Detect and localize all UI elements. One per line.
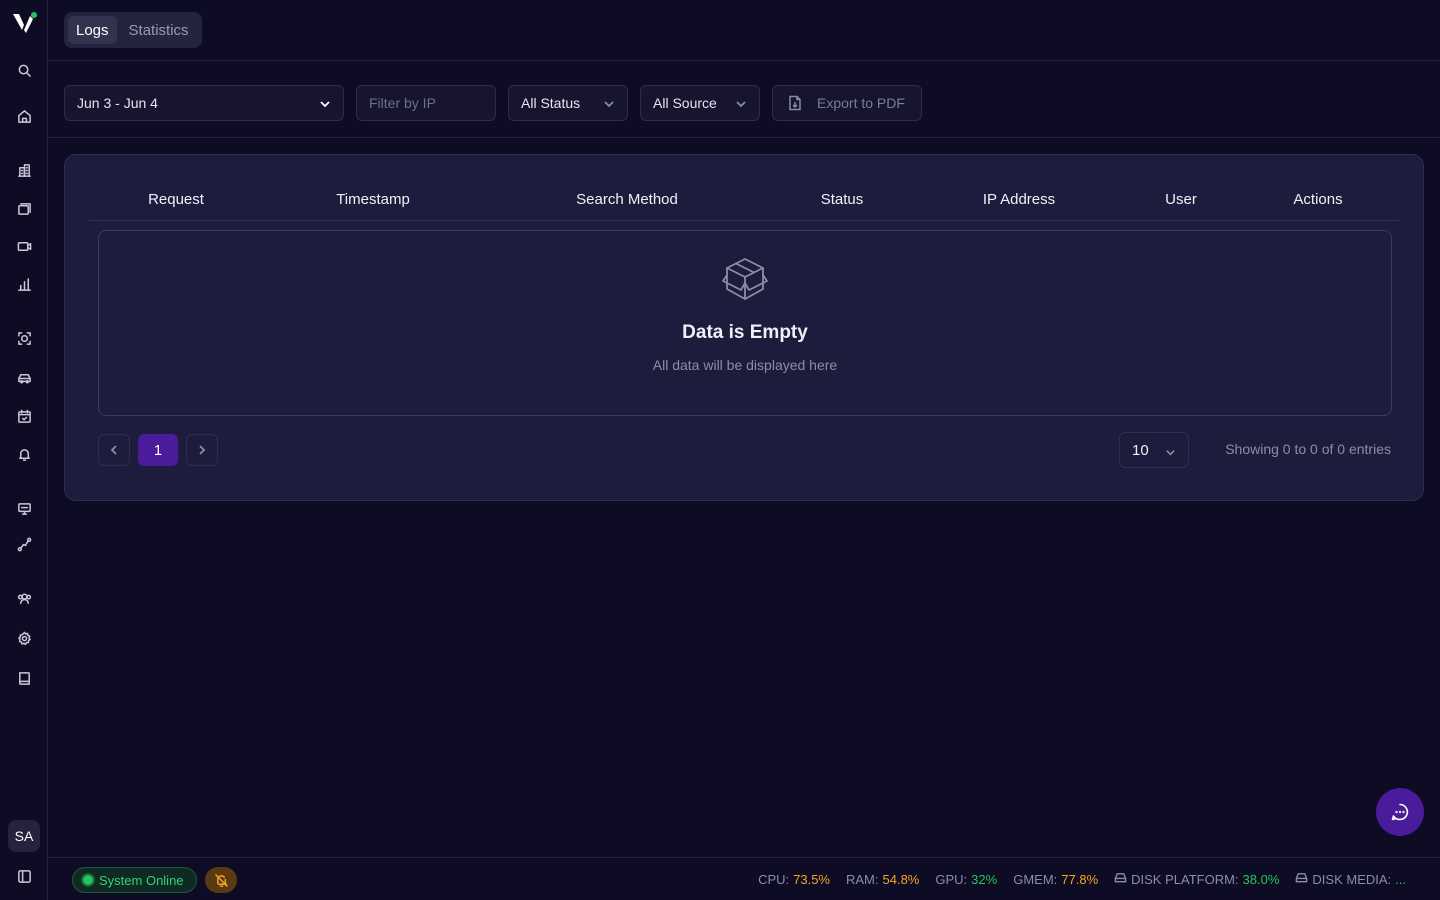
monitor-icon[interactable] [14,498,34,518]
page-size-select[interactable]: 10 [1119,432,1189,468]
table-header: Request Timestamp Search Method Status I… [89,179,1399,221]
chevron-left-icon [110,445,117,455]
source-select[interactable]: All Source [640,85,760,121]
bar-chart-icon[interactable] [14,274,34,294]
view-tabs: Logs Statistics [64,12,202,48]
export-pdf-button[interactable]: Export to PDF [772,85,922,121]
system-metrics: CPU: 73.5% RAM: 54.8% GPU: 32% GMEM: 77.… [758,871,1406,887]
metric-label: DISK MEDIA: [1312,871,1392,887]
metric-value: 54.8% [882,871,920,887]
column-request[interactable]: Request [148,191,204,208]
home-icon[interactable] [14,106,34,126]
status-select[interactable]: All Status [508,85,628,121]
empty-state-title: Data is Empty [682,322,808,343]
car-icon[interactable] [14,368,34,388]
settings-icon[interactable] [14,628,34,648]
metric-cpu: CPU: 73.5% [758,871,830,887]
top-bar: Logs Statistics [48,0,1440,61]
metric-label: CPU: [758,871,790,887]
column-user[interactable]: User [1165,191,1197,208]
face-scan-icon[interactable] [14,328,34,348]
page-size-value: 10 [1132,441,1149,459]
metric-gpu: GPU: 32% [935,871,997,887]
tab-statistics[interactable]: Statistics [121,16,197,44]
source-select-value: All Source [653,95,717,111]
metric-value: 77.8% [1061,871,1099,887]
system-status-text: System Online [99,872,184,888]
route-icon[interactable] [14,534,34,554]
layers-icon[interactable] [14,198,34,218]
column-ip-address[interactable]: IP Address [983,191,1055,208]
metric-ram: RAM: 54.8% [846,871,919,887]
next-page-button[interactable] [186,434,218,466]
column-search-method[interactable]: Search Method [576,191,678,208]
previous-page-button[interactable] [98,434,130,466]
date-range-value: Jun 3 - Jun 4 [77,95,158,111]
chevron-down-icon [1165,445,1176,456]
metric-value: ... [1395,871,1406,887]
chat-bubble-icon [1391,803,1409,821]
search-icon[interactable] [14,60,34,80]
metric-label: GMEM: [1013,871,1058,887]
app-logo[interactable] [12,11,38,35]
chevron-down-icon [603,97,615,109]
entries-info: Showing 0 to 0 of 0 entries [1225,441,1391,457]
sidebar-toggle-icon[interactable] [14,866,34,886]
metric-disk-platform: DISK PLATFORM: 38.0% [1114,871,1279,887]
bell-icon[interactable] [14,444,34,464]
page-button-1[interactable]: 1 [138,434,178,466]
filter-bar: Jun 3 - Jun 4 All Status All Source Expo… [48,61,1440,138]
metric-value: 38.0% [1242,871,1280,887]
system-status-badge: System Online [72,867,197,893]
column-status[interactable]: Status [821,191,864,208]
date-range-picker[interactable]: Jun 3 - Jun 4 [64,85,344,121]
column-actions[interactable]: Actions [1293,191,1342,208]
hard-drive-icon [1114,871,1127,887]
chevron-down-icon [735,97,747,109]
empty-state-subtitle: All data will be displayed here [652,357,838,373]
column-timestamp[interactable]: Timestamp [336,191,410,208]
logs-card: Request Timestamp Search Method Status I… [64,154,1424,501]
package-icon [721,255,769,303]
metric-gmem: GMEM: 77.8% [1013,871,1098,887]
calendar-icon[interactable] [14,406,34,426]
file-export-icon [787,95,803,111]
metric-label: DISK PLATFORM: [1131,871,1239,887]
book-icon[interactable] [14,668,34,688]
hard-drive-icon [1295,871,1308,887]
user-avatar[interactable]: SA [8,820,40,852]
online-dot-icon [83,875,93,885]
video-icon[interactable] [14,236,34,256]
metric-label: RAM: [846,871,879,887]
export-pdf-label: Export to PDF [817,95,905,111]
notifications-muted-button[interactable] [205,867,237,893]
chevron-right-icon [199,445,206,455]
status-select-value: All Status [521,95,581,111]
chat-button[interactable] [1376,788,1424,836]
metric-value: 73.5% [793,871,830,887]
tab-logs[interactable]: Logs [68,16,117,44]
empty-state: Data is Empty All data will be displayed… [98,230,1392,416]
status-bar: System Online CPU: 73.5% RAM: 54.8% GPU:… [48,857,1440,900]
ip-filter-input[interactable] [356,85,496,121]
users-icon[interactable] [14,588,34,608]
metric-label: GPU: [935,871,968,887]
sidebar: SA [0,0,48,900]
bell-off-icon [214,873,228,887]
building-icon[interactable] [14,160,34,180]
metric-value: 32% [971,871,998,887]
chevron-down-icon [319,97,331,109]
metric-disk-media: DISK MEDIA: ... [1295,871,1406,887]
